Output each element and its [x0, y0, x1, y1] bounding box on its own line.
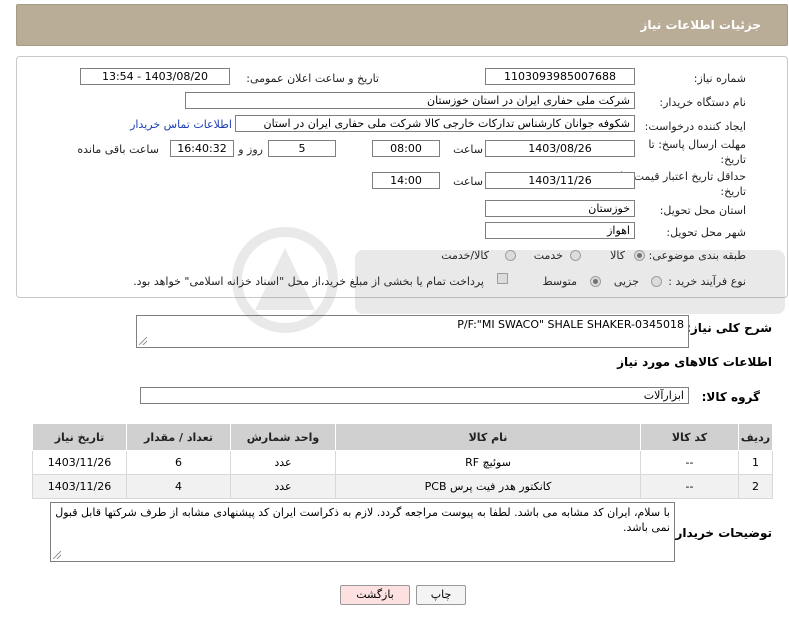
page-title: جزئیات اطلاعات نیاز — [640, 18, 761, 32]
remaining-time-label: ساعت باقی مانده — [77, 143, 159, 156]
creator-field[interactable]: شکوفه جوانان کارشناس تدارکات خارجی کالا … — [235, 115, 635, 132]
item-name: سوئیچ RF — [335, 450, 641, 475]
item-quantity: 6 — [126, 450, 231, 475]
item-code: -- — [640, 474, 739, 499]
item-name: کانکتور هدر فیت پرس PCB — [335, 474, 641, 499]
page-header: جزئیات اطلاعات نیاز — [16, 4, 788, 46]
days-field[interactable]: 5 — [268, 140, 336, 157]
buyer-contact-link[interactable]: اطلاعات تماس خریدار — [130, 118, 232, 131]
buyer-notes-text: با سلام، ایران کد مشابه می باشد. لطفا به… — [55, 506, 670, 534]
need-number-field[interactable]: 1103093985007688 — [485, 68, 635, 85]
treasury-payment-note: پرداخت تمام یا بخشی از مبلغ خرید،از محل … — [133, 275, 484, 288]
back-button[interactable]: بازگشت — [340, 585, 410, 605]
goods-group-label: گروه کالا: — [701, 390, 760, 404]
purchase-minor-label: جزیی — [613, 275, 639, 288]
item-need-date: 1403/11/26 — [32, 450, 127, 475]
purchase-type-label: نوع فرآیند خرید : — [668, 275, 746, 288]
purchase-minor-radio[interactable] — [651, 276, 662, 287]
creator-label: ایجاد کننده درخواست: — [644, 120, 746, 133]
row-number: 1 — [738, 450, 773, 475]
validity-time-label: ساعت — [453, 175, 483, 188]
treasury-payment-checkbox[interactable] — [497, 273, 508, 284]
table-row: 2 -- کانکتور هدر فیت پرس PCB عدد 4 1403/… — [32, 474, 773, 499]
reply-time-label: ساعت — [453, 143, 483, 156]
col-qty-header: تعداد / مقدار — [126, 423, 231, 451]
province-field[interactable]: خوزستان — [485, 200, 635, 217]
validity-date-field[interactable]: 1403/11/26 — [485, 172, 635, 189]
days-label: روز و — [238, 143, 263, 156]
price-validity-label: حداقل تاریخ اعتبار قیمت: تا تاریخ: — [620, 170, 746, 198]
goods-group-field[interactable]: ابزارآلات — [140, 387, 689, 404]
items-table: ردیف کد کالا نام کالا واحد شمارش تعداد /… — [32, 423, 773, 499]
purchase-medium-label: متوسط — [542, 275, 577, 288]
remaining-time-field[interactable]: 16:40:32 — [170, 140, 234, 157]
category-both-radio[interactable] — [505, 250, 516, 261]
resize-grip-icon[interactable] — [139, 337, 147, 345]
row-number: 2 — [738, 474, 773, 499]
table-header-row: ردیف کد کالا نام کالا واحد شمارش تعداد /… — [32, 423, 773, 451]
category-both-label: کالا/خدمت — [441, 249, 489, 262]
item-code: -- — [640, 450, 739, 475]
item-quantity: 4 — [126, 474, 231, 499]
item-unit: عدد — [230, 474, 336, 499]
announce-datetime-field[interactable]: 1403/08/20 - 13:54 — [80, 68, 230, 85]
province-label: استان محل تحویل: — [659, 204, 746, 217]
buyer-org-field[interactable]: شرکت ملی حفاری ایران در استان خوزستان — [185, 92, 635, 109]
description-label: شرح کلی نیاز: — [686, 321, 772, 335]
col-code-header: کد کالا — [640, 423, 739, 451]
resize-grip-icon[interactable] — [53, 551, 61, 559]
description-textarea[interactable]: P/F:"MI SWACO" SHALE SHAKER-0345018 — [136, 315, 689, 348]
print-button[interactable]: چاپ — [416, 585, 466, 605]
category-goods-label: کالا — [610, 249, 625, 262]
city-label: شهر محل تحویل: — [666, 226, 746, 239]
col-name-header: نام کالا — [335, 423, 641, 451]
category-label: طبقه بندی موضوعی: — [648, 249, 746, 262]
item-need-date: 1403/11/26 — [32, 474, 127, 499]
category-goods-radio[interactable] — [634, 250, 645, 261]
validity-time-field[interactable]: 14:00 — [372, 172, 440, 189]
city-field[interactable]: اهواز — [485, 222, 635, 239]
reply-deadline-label: مهلت ارسال پاسخ: تا تاریخ: — [648, 138, 746, 166]
buyer-org-label: نام دستگاه خریدار: — [659, 96, 746, 109]
category-service-radio[interactable] — [570, 250, 581, 261]
col-unit-header: واحد شمارش — [230, 423, 336, 451]
col-date-header: تاریخ نیاز — [32, 423, 127, 451]
purchase-medium-radio[interactable] — [590, 276, 601, 287]
reply-time-field[interactable]: 08:00 — [372, 140, 440, 157]
col-row-header: ردیف — [738, 423, 773, 451]
table-row: 1 -- سوئیچ RF عدد 6 1403/11/26 — [32, 450, 773, 475]
announce-datetime-label: تاریخ و ساعت اعلان عمومی: — [246, 72, 379, 85]
need-number-label: شماره نیاز: — [693, 72, 746, 85]
category-service-label: خدمت — [533, 249, 563, 262]
reply-date-field[interactable]: 1403/08/26 — [485, 140, 635, 157]
description-text: P/F:"MI SWACO" SHALE SHAKER-0345018 — [457, 318, 684, 331]
item-unit: عدد — [230, 450, 336, 475]
buyer-notes-label: توضیحات خریدار: — [670, 526, 772, 540]
goods-info-title: اطلاعات کالاهای مورد نیاز — [617, 355, 772, 369]
buyer-notes-textarea[interactable]: با سلام، ایران کد مشابه می باشد. لطفا به… — [50, 502, 675, 562]
